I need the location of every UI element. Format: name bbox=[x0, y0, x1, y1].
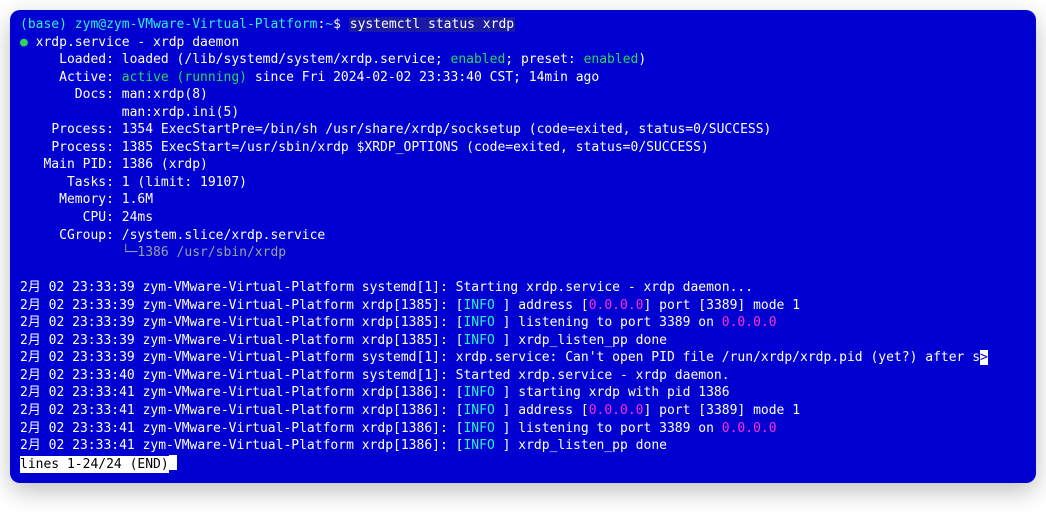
log-line: 2月 02 23:33:41 zym-VMware-Virtual-Platfo… bbox=[20, 402, 1026, 420]
cursor-icon bbox=[169, 455, 177, 470]
log-area: 2月 02 23:33:39 zym-VMware-Virtual-Platfo… bbox=[20, 279, 1026, 454]
command: systemctl status xrdp bbox=[349, 17, 515, 32]
loaded-row: Loaded: loaded (/lib/systemd/system/xrdp… bbox=[20, 51, 1026, 69]
prompt-env: (base) bbox=[20, 17, 67, 32]
log-line: 2月 02 23:33:40 zym-VMware-Virtual-Platfo… bbox=[20, 367, 1026, 385]
cgroup-tree: └─1386 /usr/sbin/xrdp bbox=[20, 244, 1026, 262]
status-dot-icon: ● bbox=[20, 35, 28, 50]
prompt-path: ~ bbox=[325, 17, 333, 32]
log-line: 2月 02 23:33:39 zym-VMware-Virtual-Platfo… bbox=[20, 314, 1026, 332]
log-line: 2月 02 23:33:39 zym-VMware-Virtual-Platfo… bbox=[20, 349, 1026, 367]
log-line: 2月 02 23:33:41 zym-VMware-Virtual-Platfo… bbox=[20, 384, 1026, 402]
prompt-userhost: zym@zym-VMware-Virtual-Platform bbox=[75, 17, 318, 32]
unit-title: ● xrdp.service - xrdp daemon bbox=[20, 34, 1026, 52]
prompt-line: (base) zym@zym-VMware-Virtual-Platform:~… bbox=[20, 16, 1026, 34]
pager-status: lines 1-24/24 (END) bbox=[20, 455, 1026, 474]
log-line: 2月 02 23:33:39 zym-VMware-Virtual-Platfo… bbox=[20, 297, 1026, 315]
process1-row: Process: 1354 ExecStartPre=/bin/sh /usr/… bbox=[20, 121, 1026, 139]
memory-row: Memory: 1.6M bbox=[20, 191, 1026, 209]
log-line: 2月 02 23:33:39 zym-VMware-Virtual-Platfo… bbox=[20, 279, 1026, 297]
terminal-window[interactable]: (base) zym@zym-VMware-Virtual-Platform:~… bbox=[10, 10, 1036, 483]
blank bbox=[20, 262, 1026, 280]
log-line: 2月 02 23:33:41 zym-VMware-Virtual-Platfo… bbox=[20, 420, 1026, 438]
mainpid-row: Main PID: 1386 (xrdp) bbox=[20, 156, 1026, 174]
docs-row-2: man:xrdp.ini(5) bbox=[20, 104, 1026, 122]
log-line: 2月 02 23:33:39 zym-VMware-Virtual-Platfo… bbox=[20, 332, 1026, 350]
process2-row: Process: 1385 ExecStart=/usr/sbin/xrdp $… bbox=[20, 139, 1026, 157]
active-row: Active: active (running) since Fri 2024-… bbox=[20, 69, 1026, 87]
log-line: 2月 02 23:33:41 zym-VMware-Virtual-Platfo… bbox=[20, 437, 1026, 455]
cpu-row: CPU: 24ms bbox=[20, 209, 1026, 227]
docs-row: Docs: man:xrdp(8) bbox=[20, 86, 1026, 104]
cgroup-row: CGroup: /system.slice/xrdp.service bbox=[20, 227, 1026, 245]
tasks-row: Tasks: 1 (limit: 19107) bbox=[20, 174, 1026, 192]
